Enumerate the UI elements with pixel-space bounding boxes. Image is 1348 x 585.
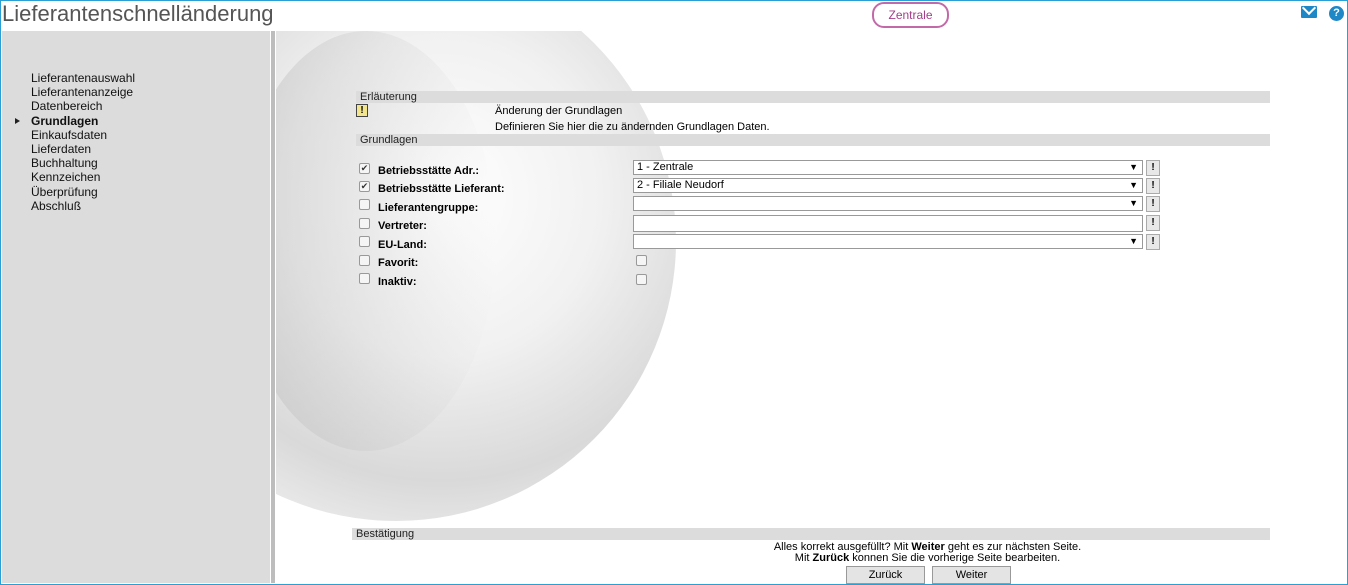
details-button-betriebsstaette-adr[interactable]: ! <box>1146 160 1160 176</box>
main-content <box>276 31 1346 583</box>
sidebar-item-ueberpruefung[interactable]: Überprüfung <box>31 185 135 199</box>
sidebar-item-grundlagen[interactable]: Grundlagen <box>14 114 135 128</box>
details-button-vertreter[interactable]: ! <box>1146 215 1160 231</box>
label-vertreter: Vertreter: <box>378 220 427 232</box>
select-betriebsstaette-adr[interactable]: 1 - Zentrale ▼ <box>633 160 1143 175</box>
sidebar-item-lieferdaten[interactable]: Lieferdaten <box>31 142 135 156</box>
sidebar-item-kennzeichen[interactable]: Kennzeichen <box>31 170 135 184</box>
explanation-line-1: Änderung der Grundlagen <box>495 105 623 117</box>
header: Lieferantenschnelländerung Zentrale ? <box>0 0 1348 30</box>
chevron-down-icon: ▼ <box>1129 198 1138 208</box>
details-button-eu-land[interactable]: ! <box>1146 234 1160 250</box>
section-header-grundlagen: Grundlagen <box>356 134 1270 146</box>
checkbox-vertreter[interactable] <box>359 218 370 229</box>
sidebar-item-abschluss[interactable]: Abschluß <box>31 199 135 213</box>
checkbox-inaktiv-value[interactable] <box>636 274 647 285</box>
checkbox-favorit-value[interactable] <box>636 255 647 266</box>
confirm-line-2: Mit Zurück konnen Sie die vorherige Seit… <box>660 552 1195 564</box>
sidebar: Lieferantenauswahl Lieferantenanzeige Da… <box>2 31 270 583</box>
next-button[interactable]: Weiter <box>932 566 1011 584</box>
details-button-betriebsstaette-lieferant[interactable]: ! <box>1146 178 1160 194</box>
confirm-text: konnen Sie die vorherige Seite bearbeite… <box>849 552 1061 564</box>
section-header-bestaetigung: Bestätigung <box>352 528 1270 540</box>
confirm-text: Mit <box>794 552 813 564</box>
label-favorit: Favorit: <box>378 257 419 269</box>
section-header-erlaeuterung: Erläuterung <box>356 91 1270 103</box>
sidebar-item-lieferantenauswahl[interactable]: Lieferantenauswahl <box>31 71 135 85</box>
checkbox-favorit-enable[interactable] <box>359 255 370 266</box>
sidebar-item-lieferantenanzeige[interactable]: Lieferantenanzeige <box>31 85 135 99</box>
explanation-line-2: Definieren Sie hier die zu ändernden Gru… <box>495 121 770 133</box>
select-value: 2 - Filiale Neudorf <box>637 179 724 191</box>
select-lieferantengruppe[interactable]: ▼ <box>633 196 1143 211</box>
confirm-emphasis: Zurück <box>812 552 850 564</box>
checkbox-betriebsstaette-adr[interactable]: ✔ <box>359 163 370 174</box>
back-button[interactable]: Zurück <box>846 566 925 584</box>
chevron-down-icon: ▼ <box>1129 162 1138 172</box>
help-icon[interactable]: ? <box>1329 6 1344 21</box>
chevron-down-icon: ▼ <box>1129 180 1138 190</box>
details-button-lieferantengruppe[interactable]: ! <box>1146 196 1160 212</box>
select-betriebsstaette-lieferant[interactable]: 2 - Filiale Neudorf ▼ <box>633 178 1143 193</box>
checkbox-inaktiv-enable[interactable] <box>359 273 370 284</box>
sidebar-item-datenbereich[interactable]: Datenbereich <box>31 99 135 113</box>
sidebar-item-einkaufsdaten[interactable]: Einkaufsdaten <box>31 128 135 142</box>
page-title: Lieferantenschnelländerung <box>2 1 274 26</box>
branch-badge[interactable]: Zentrale <box>872 2 949 28</box>
label-betriebsstaette-lieferant: Betriebsstätte Lieferant: <box>378 183 505 195</box>
chevron-down-icon: ▼ <box>1129 236 1138 246</box>
input-vertreter[interactable] <box>633 215 1143 232</box>
mail-icon[interactable] <box>1301 6 1317 18</box>
select-eu-land[interactable]: ▼ <box>633 234 1143 249</box>
select-value: 1 - Zentrale <box>637 161 694 173</box>
label-inaktiv: Inaktiv: <box>378 276 417 288</box>
label-lieferantengruppe: Lieferantengruppe: <box>378 202 479 214</box>
info-icon: ! <box>356 104 368 117</box>
sidebar-item-buchhaltung[interactable]: Buchhaltung <box>31 156 135 170</box>
checkbox-lieferantengruppe[interactable] <box>359 199 370 210</box>
checkbox-betriebsstaette-lieferant[interactable]: ✔ <box>359 181 370 192</box>
label-betriebsstaette-adr: Betriebsstätte Adr.: <box>378 165 480 177</box>
sidebar-nav: Lieferantenauswahl Lieferantenanzeige Da… <box>14 71 135 213</box>
checkbox-eu-land[interactable] <box>359 236 370 247</box>
label-eu-land: EU-Land: <box>378 239 427 251</box>
